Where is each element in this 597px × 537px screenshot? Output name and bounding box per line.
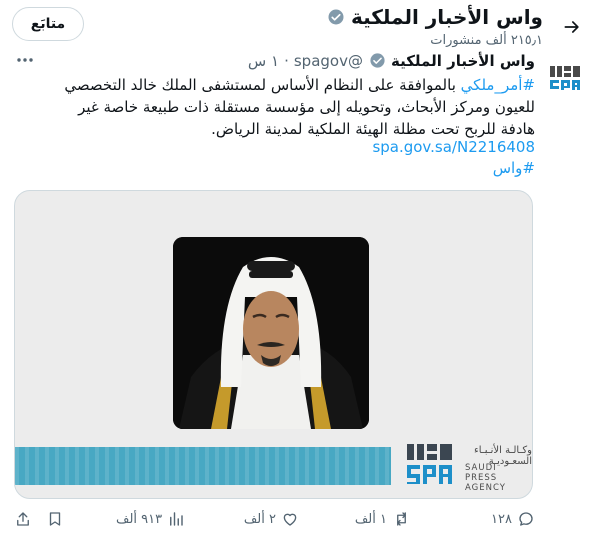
repost-count: ١ ألف [354,511,387,527]
agency-name-english: SAUDI PRESS AGENCY [465,463,532,493]
spa-logo-icon [550,66,580,90]
following-button[interactable]: متابَع [12,7,84,41]
tweet-link[interactable]: spa.gov.sa/N2216408 [372,138,535,156]
bookmark-button[interactable] [46,510,64,528]
tweet-actions: ١٢٨ ١ ألف ٢ ألف ٩١٣ ألف [0,510,597,534]
avatar[interactable] [545,58,585,98]
repost-button[interactable]: ١ ألف [355,510,411,528]
like-icon [283,513,297,526]
profile-name: واس الأخبار الملكية [350,5,543,29]
like-count: ٢ ألف [243,511,276,527]
more-button[interactable] [12,50,38,70]
separator-dot: · [284,52,289,70]
back-arrow-icon [564,21,579,33]
reply-button[interactable]: ١٢٨ [491,510,535,528]
views-count: ٩١٣ ألف [116,511,163,527]
top-bar: واس الأخبار الملكية ٢١٥٫١ ألف منشورات مت… [0,0,597,52]
agency-name-english-line2: AGENCY [465,483,506,493]
views-button[interactable]: ٩١٣ ألف [116,510,185,528]
bookmark-icon [49,512,61,526]
hashtag-royal-order[interactable]: #أمر_ملكي [461,76,535,94]
tweet-handle[interactable]: @spagov [294,52,363,70]
like-button[interactable]: ٢ ألف [244,510,299,528]
agency-name-english-line1: SAUDI PRESS [465,463,498,483]
verified-icon [327,8,345,26]
views-icon [170,512,183,526]
tweet-author-name[interactable]: واس الأخبار الملكية [391,52,535,70]
posts-count: ٢١٥٫١ ألف منشورات [430,33,543,48]
share-button[interactable] [14,510,32,528]
tweet-media-card[interactable]: وكـالـة الأنـبـاء السعـوديـة SAUDI PRESS… [14,190,533,499]
spa-logo [405,442,455,486]
tweet-timestamp[interactable]: ١ س [248,52,279,70]
verified-icon [368,52,386,70]
more-icon [17,58,33,62]
decorative-stripe [15,447,391,485]
tweet-header: واس الأخبار الملكية @spagov · ١ س [248,52,535,70]
reply-icon [519,512,533,526]
reply-count: ١٢٨ [491,511,512,527]
hashtag-spa[interactable]: #واس [493,159,535,177]
portrait-image [173,237,369,429]
profile-title: واس الأخبار الملكية [327,5,543,29]
share-icon [17,512,29,526]
repost-icon [397,512,406,526]
back-button[interactable] [555,10,589,44]
tweet-text: #أمر_ملكي بالموافقة على النظام الأساس لم… [55,74,535,140]
